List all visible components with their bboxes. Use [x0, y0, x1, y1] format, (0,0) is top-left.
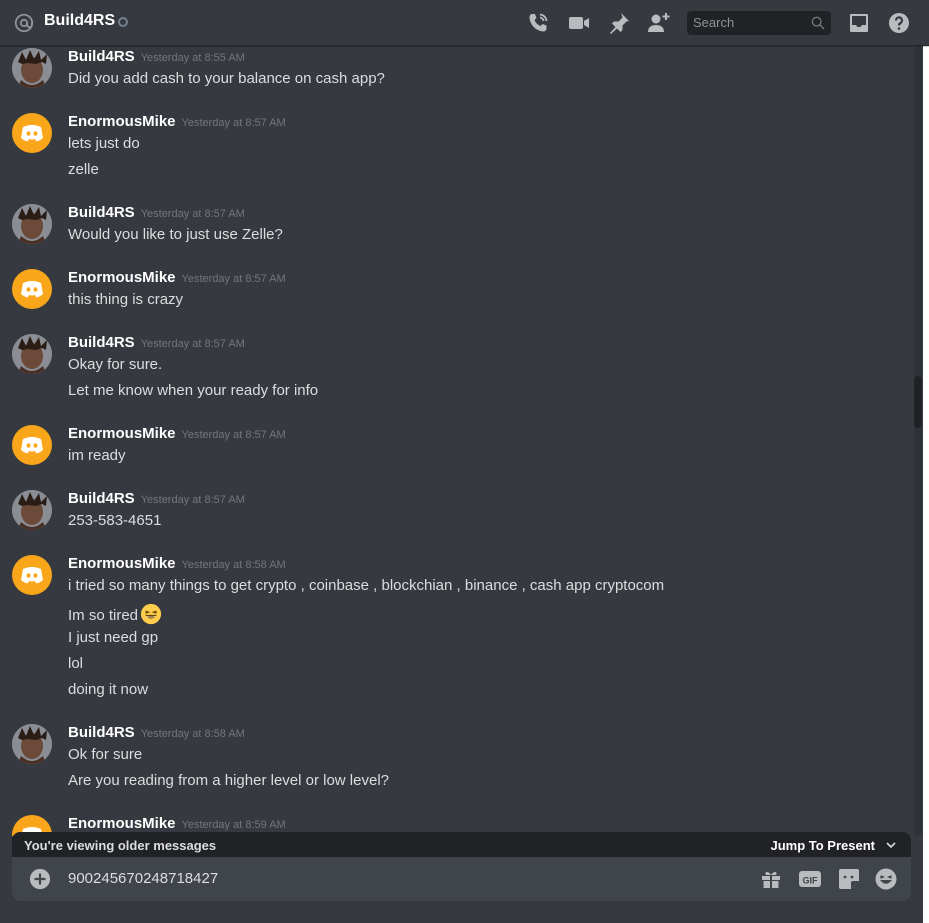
message-text: Are you reading from a higher level or l…	[68, 772, 389, 789]
avatar[interactable]	[12, 555, 52, 595]
message-author[interactable]: EnormousMike Yesterday at 8:57 AM	[68, 425, 286, 442]
scrollbar-thumb[interactable]	[914, 376, 922, 428]
pin-icon[interactable]	[607, 11, 631, 35]
offline-status-icon	[118, 17, 128, 27]
message-timestamp: Yesterday at 8:57 AM	[181, 117, 286, 129]
search-placeholder: Search	[693, 15, 735, 30]
avatar[interactable]	[12, 113, 52, 153]
discord-logo-icon	[21, 567, 43, 584]
avatar[interactable]	[12, 269, 52, 309]
grinning-squinting-emoji-icon	[140, 603, 162, 625]
discord-logo-icon	[21, 437, 43, 454]
message-composer[interactable]: 900245670248718427 GIF	[12, 857, 911, 901]
message-author[interactable]: EnormousMike Yesterday at 8:58 AM	[68, 555, 286, 572]
message-timestamp: Yesterday at 8:57 AM	[181, 429, 286, 441]
message-text: Ok for sure	[68, 746, 143, 763]
message-text: i tried so many things to get crypto , c…	[68, 577, 665, 594]
message-timestamp: Yesterday at 8:59 AM	[181, 819, 286, 831]
message-author[interactable]: Build4RS Yesterday at 8:57 AM	[68, 334, 245, 351]
message-input[interactable]: 900245670248718427	[68, 870, 218, 887]
discord-logo-icon	[21, 281, 43, 298]
add-friend-icon[interactable]	[647, 11, 671, 35]
message-list: Build4RS Yesterday at 8:55 AM Did you add…	[0, 46, 914, 836]
avatar[interactable]	[12, 490, 52, 530]
svg-text:GIF: GIF	[803, 876, 819, 886]
voice-call-icon[interactable]	[526, 11, 550, 35]
message-timestamp: Yesterday at 8:57 AM	[140, 494, 245, 506]
inbox-icon[interactable]	[847, 11, 871, 35]
user-avatar-icon	[12, 334, 52, 374]
older-messages-text: You're viewing older messages	[24, 838, 217, 853]
message-text: Did you add cash to your balance on cash…	[68, 70, 385, 87]
help-icon[interactable]	[887, 11, 911, 35]
message-timestamp: Yesterday at 8:57 AM	[140, 208, 245, 220]
message-timestamp: Yesterday at 8:57 AM	[140, 338, 245, 350]
message-text: I just need gp	[68, 629, 159, 646]
avatar[interactable]	[12, 48, 52, 88]
gif-icon[interactable]: GIF	[798, 867, 822, 891]
gift-icon[interactable]	[759, 867, 783, 891]
message-text: zelle	[68, 161, 99, 178]
message-timestamp: Yesterday at 8:55 AM	[140, 52, 245, 64]
message-author[interactable]: Build4RS Yesterday at 8:55 AM	[68, 48, 245, 65]
user-avatar-icon	[12, 490, 52, 530]
add-attachment-icon[interactable]	[29, 868, 51, 890]
message-text: doing it now	[68, 681, 149, 698]
at-sign-icon	[14, 13, 34, 33]
jump-to-present-button[interactable]: Jump To Present	[770, 838, 875, 853]
message-text: 253-583-4651	[68, 512, 162, 529]
message-text: this thing is crazy	[68, 291, 184, 308]
dm-title: Build4RS	[44, 12, 116, 29]
message-text: Let me know when your ready for info	[68, 382, 319, 399]
message-text: Im so tired	[68, 603, 162, 625]
window-edge	[923, 46, 929, 923]
user-avatar-icon	[12, 724, 52, 764]
message-author[interactable]: Build4RS Yesterday at 8:57 AM	[68, 490, 245, 507]
user-avatar-icon	[12, 204, 52, 244]
channel-header: Build4RS Search	[0, 0, 929, 46]
older-messages-bar: You're viewing older messages Jump To Pr…	[12, 832, 911, 858]
scrollbar-track[interactable]	[914, 46, 922, 836]
discord-logo-icon	[21, 125, 43, 142]
search-input[interactable]: Search	[687, 11, 831, 35]
message-author[interactable]: EnormousMike Yesterday at 8:59 AM	[68, 815, 286, 832]
chevron-down-icon[interactable]	[885, 839, 897, 851]
user-avatar-icon	[12, 48, 52, 88]
message-author[interactable]: EnormousMike Yesterday at 8:57 AM	[68, 269, 286, 286]
message-text: im ready	[68, 447, 126, 464]
video-call-icon[interactable]	[567, 11, 591, 35]
message-text: Would you like to just use Zelle?	[68, 226, 283, 243]
avatar[interactable]	[12, 425, 52, 465]
message-text: Okay for sure.	[68, 356, 163, 373]
message-author[interactable]: Build4RS Yesterday at 8:58 AM	[68, 724, 245, 741]
sticker-icon[interactable]	[837, 867, 861, 891]
avatar[interactable]	[12, 204, 52, 244]
message-author[interactable]: Build4RS Yesterday at 8:57 AM	[68, 204, 245, 221]
search-icon	[811, 16, 825, 30]
message-timestamp: Yesterday at 8:58 AM	[140, 728, 245, 740]
message-timestamp: Yesterday at 8:57 AM	[181, 273, 286, 285]
message-timestamp: Yesterday at 8:58 AM	[181, 559, 286, 571]
message-author[interactable]: EnormousMike Yesterday at 8:57 AM	[68, 113, 286, 130]
message-text: lol	[68, 655, 84, 672]
message-text: lets just do	[68, 135, 140, 152]
emoji-picker-icon[interactable]	[874, 867, 898, 891]
avatar[interactable]	[12, 724, 52, 764]
avatar[interactable]	[12, 334, 52, 374]
